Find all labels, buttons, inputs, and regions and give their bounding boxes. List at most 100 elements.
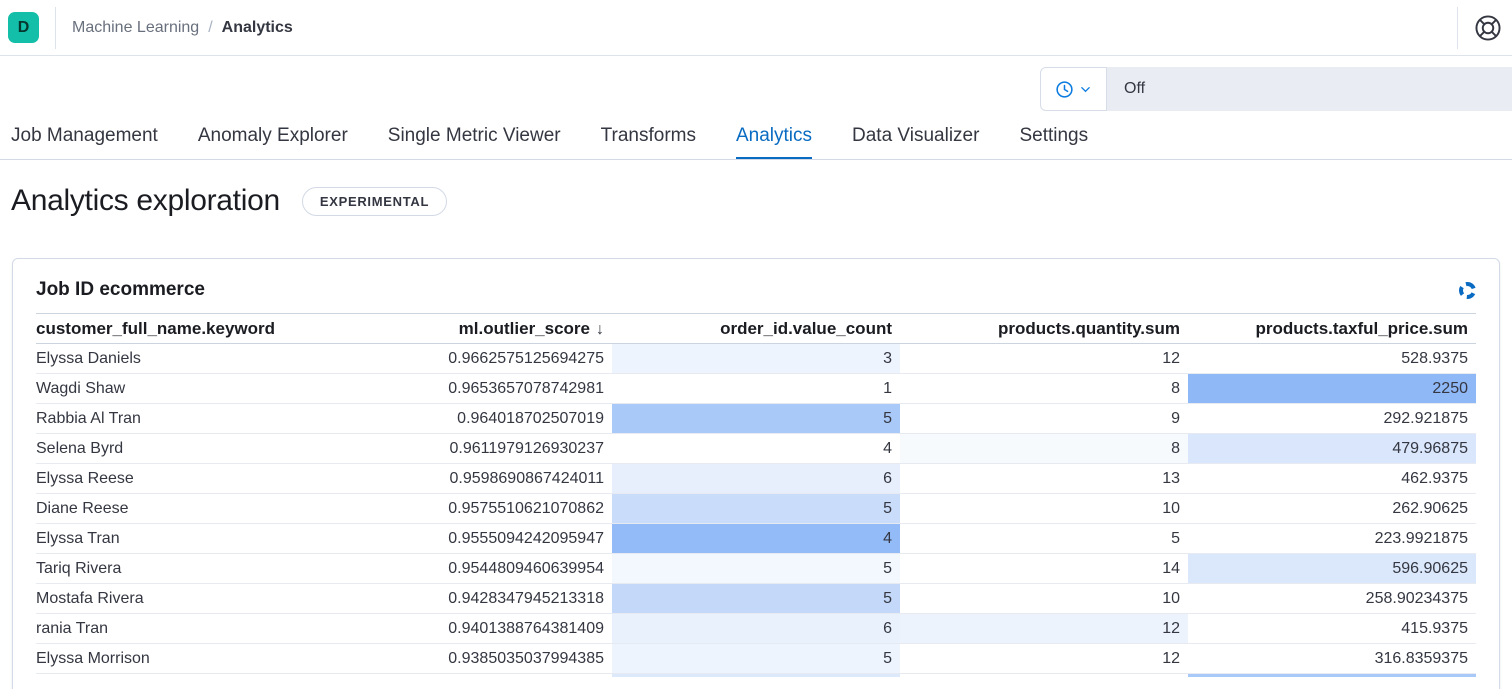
column-header-label: products.taxful_price.sum	[1255, 319, 1468, 338]
column-header-ml-outlier-score[interactable]: ml.outlier_score ↓	[324, 314, 612, 344]
table-cell: 3	[612, 344, 900, 374]
column-settings-button[interactable]	[1459, 282, 1476, 299]
tab-job-management[interactable]: Job Management	[11, 113, 158, 159]
table-cell: 5	[612, 494, 900, 524]
table-cell: Rabbia Al Tran	[36, 404, 324, 434]
top-header-bar: D Machine Learning / Analytics	[0, 0, 1512, 56]
header-divider	[1457, 7, 1458, 49]
breadcrumb: Machine Learning / Analytics	[72, 19, 293, 37]
table-body: Elyssa Daniels0.96625751256942753 12 528.9…	[36, 344, 1476, 677]
table-cell: 258.90234375	[1188, 584, 1476, 614]
table-cell: Selena Byrd	[36, 434, 324, 464]
table-row: Elyssa Tran0.955509424209594745223.99218…	[36, 524, 1476, 554]
table-cell: 223.9921875	[1188, 524, 1476, 554]
table-cell: 479.96875	[1188, 434, 1476, 464]
table-cell: Elyssa Morrison	[36, 644, 324, 674]
table-cell: 14	[900, 554, 1188, 584]
gear-icon	[1459, 282, 1476, 299]
table-cell: 462.9375	[1188, 464, 1476, 494]
header-divider	[55, 7, 56, 49]
table-cell: Mostafa Rivera	[36, 584, 324, 614]
table-cell: 528.9375	[1188, 344, 1476, 374]
tab-analytics[interactable]: Analytics	[736, 113, 812, 159]
table-cell: 0.9544809460639954	[324, 554, 612, 584]
tab-settings[interactable]: Settings	[1019, 113, 1088, 159]
column-header-customer-full-name[interactable]: customer_full_name.keyword	[36, 314, 324, 344]
table-cell: 5	[612, 644, 900, 674]
column-header-order-id-value-count[interactable]: order_id.value_count	[612, 314, 900, 344]
page-title: Analytics exploration	[11, 184, 280, 218]
table-row-partial	[36, 674, 1476, 677]
tab-data-visualizer[interactable]: Data Visualizer	[852, 113, 979, 159]
table-row: Wagdi Shaw0.9653657078742981182250	[36, 374, 1476, 404]
table-row: Selena Byrd0.961197912693023748479.96875	[36, 434, 1476, 464]
column-header-products-quantity-sum[interactable]: products.quantity.sum	[900, 314, 1188, 344]
table-cell: 2250	[1188, 374, 1476, 404]
table-cell: 5	[612, 584, 900, 614]
table-cell: 0.9575510621070862	[324, 494, 612, 524]
breadcrumb-separator: /	[208, 19, 212, 37]
tab-transforms[interactable]: Transforms	[601, 113, 696, 159]
table-cell: 8	[900, 434, 1188, 464]
super-date-picker: Off	[1040, 67, 1512, 111]
table-cell: 12	[900, 644, 1188, 674]
table-row: Rabbia Al Tran0.96401870250701959292.921…	[36, 404, 1476, 434]
ml-tabs: Job Management Anomaly Explorer Single M…	[0, 113, 1512, 160]
exploration-panel: Job ID ecommerce customer_full_name.keyw…	[12, 258, 1500, 689]
table-cell: 0.9428347945213318	[324, 584, 612, 614]
breadcrumb-machine-learning[interactable]: Machine Learning	[72, 19, 199, 37]
table-row: Mostafa Rivera0.9428347945213318510258.9…	[36, 584, 1476, 614]
help-life-ring-icon	[1474, 30, 1502, 45]
table-cell	[612, 674, 900, 677]
table-cell: 415.9375	[1188, 614, 1476, 644]
sort-desc-arrow-icon: ↓	[596, 321, 604, 338]
table-cell: 596.90625	[1188, 554, 1476, 584]
table-row: Elyssa Reese0.9598690867424011613462.937…	[36, 464, 1476, 494]
table-row: rania Tran0.9401388764381409612415.9375	[36, 614, 1476, 644]
table-cell: 10	[900, 584, 1188, 614]
table-cell	[900, 674, 1188, 677]
table-cell: 4	[612, 524, 900, 554]
table-row: Tariq Rivera0.9544809460639954514596.906…	[36, 554, 1476, 584]
column-header-label: order_id.value_count	[720, 319, 892, 338]
table-cell: 5	[900, 524, 1188, 554]
table-cell: 10	[900, 494, 1188, 524]
table-cell: 0.9401388764381409	[324, 614, 612, 644]
table-row: Elyssa Morrison0.9385035037994385512316.…	[36, 644, 1476, 674]
table-cell: 0.9598690867424011	[324, 464, 612, 494]
table-cell: 0.964018702507019	[324, 404, 612, 434]
table-cell: 4	[612, 434, 900, 464]
space-avatar[interactable]: D	[8, 12, 39, 43]
table-cell: 262.90625	[1188, 494, 1476, 524]
help-button[interactable]	[1474, 14, 1502, 42]
table-cell: 9	[900, 404, 1188, 434]
table-cell	[36, 674, 324, 677]
column-header-label: products.quantity.sum	[998, 319, 1180, 338]
results-table: customer_full_name.keyword ml.outlier_sc…	[36, 313, 1476, 677]
refresh-interval-display[interactable]: Off	[1107, 67, 1512, 111]
tab-anomaly-explorer[interactable]: Anomaly Explorer	[198, 113, 348, 159]
table-cell	[324, 674, 612, 677]
query-bar-row: Off	[0, 56, 1512, 113]
header-right-group	[1457, 0, 1512, 56]
table-cell: 1	[612, 374, 900, 404]
column-header-products-taxful-price-sum[interactable]: products.taxful_price.sum	[1188, 314, 1476, 344]
table-row: Elyssa Daniels0.9662575125694275312528.9…	[36, 344, 1476, 374]
table-cell: 0.9555094242095947	[324, 524, 612, 554]
table-cell: 0.9662575125694275	[324, 344, 612, 374]
column-header-label: customer_full_name.keyword	[36, 319, 275, 338]
table-row: Diane Reese0.9575510621070862510262.9062…	[36, 494, 1476, 524]
table-cell: Elyssa Reese	[36, 464, 324, 494]
table-cell: 292.921875	[1188, 404, 1476, 434]
refresh-interval-button[interactable]	[1040, 67, 1107, 111]
table-cell: 13	[900, 464, 1188, 494]
column-header-label: ml.outlier_score	[459, 319, 590, 338]
tab-single-metric-viewer[interactable]: Single Metric Viewer	[388, 113, 561, 159]
table-cell: 0.9611979126930237	[324, 434, 612, 464]
page-header: Analytics exploration EXPERIMENTAL	[0, 160, 1512, 218]
table-cell: Elyssa Daniels	[36, 344, 324, 374]
table-cell: 5	[612, 554, 900, 584]
table-cell: Elyssa Tran	[36, 524, 324, 554]
table-header-row: customer_full_name.keyword ml.outlier_sc…	[36, 314, 1476, 344]
job-id-title: Job ID ecommerce	[36, 279, 205, 301]
